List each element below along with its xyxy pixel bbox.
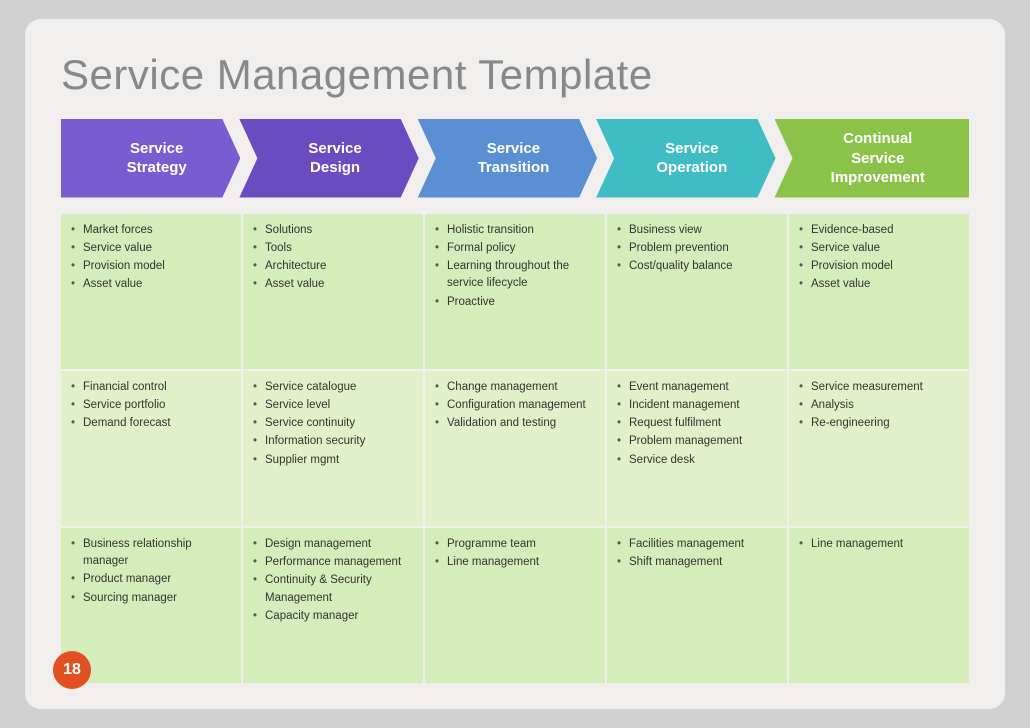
cell-3-2: Design management Performance management… xyxy=(243,528,425,683)
banner-csi-label: ContinualServiceImprovement xyxy=(831,129,925,188)
banner-design-label: ServiceDesign xyxy=(308,139,361,178)
list-item: Sourcing manager xyxy=(71,590,231,607)
cell-3-5: Line management xyxy=(789,528,969,683)
list-item: Information security xyxy=(253,433,413,450)
cell-3-3: Programme team Line management xyxy=(425,528,607,683)
list-item: Service portfolio xyxy=(71,397,231,414)
list-item: Asset value xyxy=(253,276,413,293)
cell-1-4: Business view Problem prevention Cost/qu… xyxy=(607,214,789,369)
list-item: Incident management xyxy=(617,397,777,414)
list-item: Performance management xyxy=(253,554,413,571)
list-item: Re-engineering xyxy=(799,415,959,432)
banner-csi: ContinualServiceImprovement xyxy=(775,119,970,198)
list-item: Service level xyxy=(253,397,413,414)
list-item: Architecture xyxy=(253,258,413,275)
banner-operation: ServiceOperation xyxy=(596,119,775,198)
list-item: Facilities management xyxy=(617,536,777,553)
cell-1-5: Evidence-based Service value Provision m… xyxy=(789,214,969,369)
list-item: Tools xyxy=(253,240,413,257)
content-row-2: Financial control Service portfolio Dema… xyxy=(61,371,969,528)
cell-2-4: Event management Incident management Req… xyxy=(607,371,789,526)
list-item: Validation and testing xyxy=(435,415,595,432)
list-item: Capacity manager xyxy=(253,608,413,625)
cell-2-3: Change management Configuration manageme… xyxy=(425,371,607,526)
list-item: Service catalogue xyxy=(253,379,413,396)
page-number-badge: 18 xyxy=(53,651,91,689)
list-item: Continuity & Security Management xyxy=(253,572,413,607)
banner-strategy-label: ServiceStrategy xyxy=(127,139,187,178)
list-item: Shift management xyxy=(617,554,777,571)
list-item: Proactive xyxy=(435,294,595,311)
slide: Service Management Template ServiceStrat… xyxy=(25,19,1005,709)
cell-1-2: Solutions Tools Architecture Asset value xyxy=(243,214,425,369)
list-item: Problem management xyxy=(617,433,777,450)
list-item: Market forces xyxy=(71,222,231,239)
list-item: Provision model xyxy=(799,258,959,275)
banner-row: ServiceStrategy ServiceDesign ServiceTra… xyxy=(61,119,969,198)
banner-transition: ServiceTransition xyxy=(418,119,597,198)
banner-strategy: ServiceStrategy xyxy=(61,119,240,198)
list-item: Analysis xyxy=(799,397,959,414)
list-item: Asset value xyxy=(71,276,231,293)
list-item: Problem prevention xyxy=(617,240,777,257)
list-item: Change management xyxy=(435,379,595,396)
list-item: Evidence-based xyxy=(799,222,959,239)
list-item: Service measurement xyxy=(799,379,959,396)
list-item: Design management xyxy=(253,536,413,553)
list-item: Business view xyxy=(617,222,777,239)
list-item: Solutions xyxy=(253,222,413,239)
list-item: Service value xyxy=(799,240,959,257)
list-item: Financial control xyxy=(71,379,231,396)
list-item: Service value xyxy=(71,240,231,257)
list-item: Provision model xyxy=(71,258,231,275)
cell-2-1: Financial control Service portfolio Dema… xyxy=(61,371,243,526)
list-item: Holistic transition xyxy=(435,222,595,239)
cell-2-5: Service measurement Analysis Re-engineer… xyxy=(789,371,969,526)
list-item: Supplier mgmt xyxy=(253,452,413,469)
list-item: Learning throughout the service lifecycl… xyxy=(435,258,595,293)
page-number: 18 xyxy=(63,661,81,679)
cell-1-1: Market forces Service value Provision mo… xyxy=(61,214,243,369)
list-item: Product manager xyxy=(71,571,231,588)
slide-title: Service Management Template xyxy=(61,51,969,99)
banner-operation-label: ServiceOperation xyxy=(656,139,727,178)
list-item: Programme team xyxy=(435,536,595,553)
content-row-1: Market forces Service value Provision mo… xyxy=(61,214,969,371)
list-item: Formal policy xyxy=(435,240,595,257)
cell-1-3: Holistic transition Formal policy Learni… xyxy=(425,214,607,369)
list-item: Request fulfilment xyxy=(617,415,777,432)
banner-design: ServiceDesign xyxy=(239,119,418,198)
list-item: Configuration management xyxy=(435,397,595,414)
list-item: Line management xyxy=(799,536,959,553)
cell-3-4: Facilities management Shift management xyxy=(607,528,789,683)
list-item: Cost/quality balance xyxy=(617,258,777,275)
list-item: Demand forecast xyxy=(71,415,231,432)
list-item: Line management xyxy=(435,554,595,571)
content-grid: Market forces Service value Provision mo… xyxy=(61,214,969,686)
list-item: Service continuity xyxy=(253,415,413,432)
cell-2-2: Service catalogue Service level Service … xyxy=(243,371,425,526)
list-item: Business relationship manager xyxy=(71,536,231,571)
list-item: Event management xyxy=(617,379,777,396)
list-item: Asset value xyxy=(799,276,959,293)
content-row-3: Business relationship manager Product ma… xyxy=(61,528,969,685)
list-item: Service desk xyxy=(617,452,777,469)
banner-transition-label: ServiceTransition xyxy=(478,139,550,178)
